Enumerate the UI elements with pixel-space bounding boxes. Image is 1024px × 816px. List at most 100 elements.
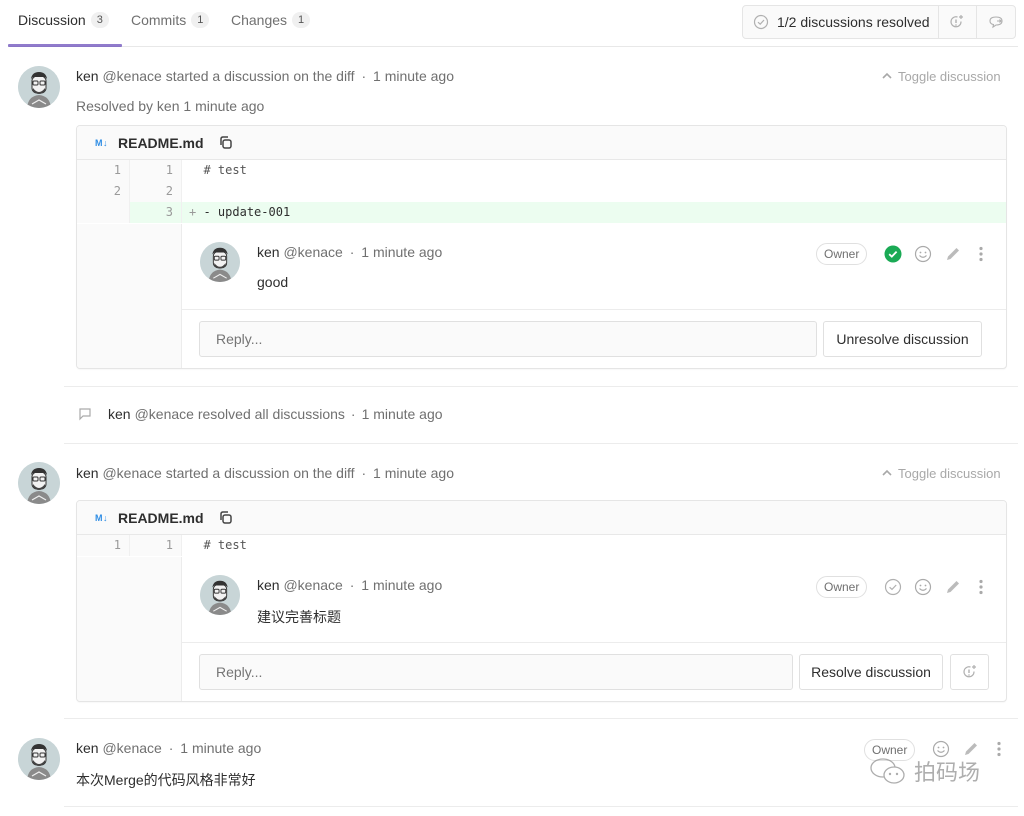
more-actions-button[interactable] xyxy=(972,245,990,263)
resolve-check-button[interactable] xyxy=(884,578,902,596)
avatar[interactable] xyxy=(18,462,60,504)
file-name[interactable]: README.md xyxy=(118,510,204,526)
jump-to-unresolved-icon xyxy=(949,14,965,30)
comment-area: ken @kenace · 1 minute ago good Owner Re… xyxy=(182,224,1006,368)
comment-body: 建议完善标题 xyxy=(257,609,341,625)
pencil-icon xyxy=(945,246,961,262)
toggle-discussion-label: Toggle discussion xyxy=(898,69,1001,84)
timestamp: 1 minute ago xyxy=(361,406,443,422)
diff-prefix xyxy=(189,163,196,177)
author-username[interactable]: @kenace xyxy=(102,68,161,84)
avatar[interactable] xyxy=(200,242,240,282)
tab-discussion[interactable]: Discussion 3 xyxy=(18,8,109,32)
add-reaction-button[interactable] xyxy=(914,578,932,596)
new-line-number[interactable]: 1 xyxy=(129,535,182,556)
diff-text: # test xyxy=(203,538,247,552)
resolve-new-issue-button[interactable] xyxy=(950,654,989,690)
add-reaction-button[interactable] xyxy=(914,245,932,263)
smiley-icon xyxy=(914,578,932,596)
timestamp: 1 minute ago xyxy=(180,740,262,756)
tab-commits[interactable]: Commits 1 xyxy=(131,8,210,32)
new-line-number[interactable]: 2 xyxy=(129,181,182,202)
timestamp: 1 minute ago xyxy=(373,465,454,481)
discussion-1-card: M↓ README.md 1 1 # test 2 2 3 + - update… xyxy=(76,125,1007,369)
chevron-up-icon xyxy=(882,71,892,82)
comment-icon xyxy=(78,407,92,421)
diff-prefix xyxy=(189,184,196,198)
diff-gutter xyxy=(77,557,182,701)
old-line-number[interactable]: 2 xyxy=(77,181,129,202)
author-name[interactable]: ken xyxy=(257,577,280,593)
diff-code: + - update-001 xyxy=(182,202,1006,223)
tab-discussion-count: 3 xyxy=(90,12,109,28)
author-name[interactable]: ken xyxy=(257,244,280,260)
new-line-number[interactable]: 3 xyxy=(129,202,182,223)
jump-to-unresolved-button[interactable] xyxy=(939,6,977,38)
tab-commits-count: 1 xyxy=(191,12,210,28)
tab-changes-label: Changes xyxy=(231,12,288,28)
edit-comment-button[interactable] xyxy=(944,578,962,596)
diff-code xyxy=(182,181,1006,202)
comment-header: ken @kenace · 1 minute ago xyxy=(257,577,442,593)
author-username[interactable]: @kenace xyxy=(102,740,161,756)
old-line-number[interactable] xyxy=(77,202,129,223)
author-name[interactable]: ken xyxy=(76,465,99,481)
discussion-action: started a discussion on the diff xyxy=(165,465,355,481)
author-name[interactable]: ken xyxy=(108,406,131,422)
next-discussion-button[interactable] xyxy=(977,6,1015,38)
author-name[interactable]: ken xyxy=(76,68,99,84)
diff-line-added: 3 + - update-001 xyxy=(77,202,1006,223)
toggle-discussion-button[interactable]: Toggle discussion xyxy=(882,69,1001,84)
active-tab-indicator xyxy=(8,44,122,47)
author-username[interactable]: @kenace xyxy=(102,465,161,481)
resolve-discussion-button[interactable]: Resolve discussion xyxy=(799,654,943,690)
system-note-text: @kenace resolved all discussions xyxy=(134,406,345,422)
more-actions-button[interactable] xyxy=(972,578,990,596)
divider xyxy=(64,718,1018,719)
system-note: ken @kenace resolved all discussions · 1… xyxy=(78,406,443,422)
edit-comment-button[interactable] xyxy=(944,245,962,263)
kebab-menu-icon xyxy=(979,579,983,595)
diff-gutter xyxy=(77,224,182,368)
resolved-check-button[interactable] xyxy=(884,245,902,263)
reply-row: Resolve discussion xyxy=(182,642,1006,700)
copy-icon[interactable] xyxy=(218,135,234,151)
copy-icon[interactable] xyxy=(218,510,234,526)
file-name[interactable]: README.md xyxy=(118,135,204,151)
discussion-2-header: ken @kenace started a discussion on the … xyxy=(76,465,454,481)
more-actions-button[interactable] xyxy=(990,740,1008,758)
author-name[interactable]: ken xyxy=(76,740,99,756)
comment-header: ken @kenace · 1 minute ago xyxy=(257,244,442,260)
timestamp: 1 minute ago xyxy=(373,68,454,84)
old-line-number[interactable]: 1 xyxy=(77,160,129,181)
avatar[interactable] xyxy=(18,738,60,780)
new-line-number[interactable]: 1 xyxy=(129,160,182,181)
tab-discussion-label: Discussion xyxy=(18,12,86,28)
diff-line: 2 2 xyxy=(77,181,1006,202)
file-header: M↓ README.md xyxy=(77,501,1006,535)
chevron-up-icon xyxy=(882,468,892,479)
old-line-number[interactable]: 1 xyxy=(77,535,129,556)
tab-commits-label: Commits xyxy=(131,12,187,28)
diff-prefix: + xyxy=(189,205,197,219)
divider xyxy=(64,806,1018,807)
tab-changes[interactable]: Changes 1 xyxy=(231,8,311,32)
author-username[interactable]: @kenace xyxy=(283,244,342,260)
toggle-discussion-button[interactable]: Toggle discussion xyxy=(882,466,1001,481)
comment-area: ken @kenace · 1 minute ago 建议完善标题 Owner xyxy=(182,557,1006,701)
toggle-discussion-label: Toggle discussion xyxy=(898,466,1001,481)
resolved-check-icon xyxy=(884,245,902,263)
unresolve-discussion-button[interactable]: Unresolve discussion xyxy=(823,321,982,357)
markdown-icon: M↓ xyxy=(95,137,108,148)
discussion-action: started a discussion on the diff xyxy=(165,68,355,84)
avatar[interactable] xyxy=(18,66,60,108)
kebab-menu-icon xyxy=(979,246,983,262)
comment-body: good xyxy=(257,274,289,290)
reply-input[interactable] xyxy=(199,654,793,690)
separator: · xyxy=(349,577,355,593)
file-header: M↓ README.md xyxy=(77,126,1006,160)
resolved-status: 1/2 discussions resolved xyxy=(743,6,939,38)
avatar[interactable] xyxy=(200,575,240,615)
author-username[interactable]: @kenace xyxy=(283,577,342,593)
reply-input[interactable] xyxy=(199,321,817,357)
